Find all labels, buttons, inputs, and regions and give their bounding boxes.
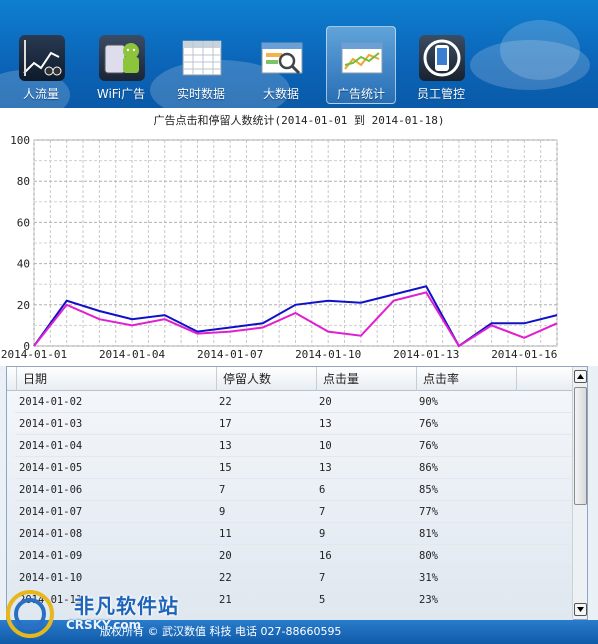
toolbar-label: 广告统计 [336,87,385,101]
watermark: 非凡软件站 CRSKY.com [2,584,192,644]
table-row[interactable]: 2014-01-09 20 16 80% [15,545,571,567]
cell-clicks: 20 [319,396,332,408]
cell-clicks: 7 [319,572,326,584]
table-row[interactable]: 2014-01-05 15 13 86% [15,457,571,479]
cell-date: 2014-01-03 [19,418,83,430]
cell-stay: 21 [219,594,232,606]
toolbar-staff-control[interactable]: 员工管控 [406,26,476,104]
spreadsheet-icon [179,35,225,81]
cell-rate: 23% [419,594,438,606]
toolbar-people-flow[interactable]: 人流量 [6,26,76,104]
cell-rate: 76% [419,418,438,430]
cell-stay: 13 [219,440,232,452]
column-header-clicks[interactable]: 点击量 [317,367,417,391]
x-tick-label: 2014-01-10 [295,348,361,361]
toolbar-realtime-data[interactable]: 实时数据 [166,26,236,104]
column-header-rate[interactable]: 点击率 [417,367,517,391]
x-tick-label: 2014-01-13 [393,348,459,361]
arrow-down-icon [577,607,584,612]
cell-stay: 22 [219,396,232,408]
grid-header: 日期 停留人数 点击量 点击率 [7,367,573,391]
line-chart-icon [339,35,385,81]
scroll-up-button[interactable] [574,370,587,383]
people-flow-chart-icon [19,35,65,81]
toolbar-label: 人流量 [22,87,59,101]
line-chart: 0204060801002014-01-01 2014-01-04 2014-01-… [1,134,558,361]
x-tick-label: 2014-01-04 [99,348,166,361]
toolbar-label: 实时数据 [176,87,225,101]
cell-date: 2014-01-05 [19,462,83,474]
cell-rate: 76% [419,440,438,452]
data-grid: 日期 停留人数 点击量 点击率 2014-01-02 22 20 90% 2014-01… [6,366,588,620]
toolbar-wifi-ads[interactable]: WiFi广告 [86,26,156,104]
vertical-scrollbar[interactable] [572,367,587,619]
cell-clicks: 7 [319,506,326,518]
header-spacer [7,367,17,391]
toolbar-big-data[interactable]: 大数据 [246,26,316,104]
y-tick-label: 60 [17,216,30,229]
chart-panel: 广告点击和停留人数统计(2014-01-01 到 2014-01-18) 0 20… [0,108,598,366]
cell-rate: 85% [419,484,438,496]
cell-date: 2014-01-04 [19,440,83,452]
cell-stay: 11 [219,528,232,540]
column-header-date[interactable]: 日期 [17,367,217,391]
scroll-thumb[interactable] [574,387,587,505]
y-tick-label: 20 [17,299,30,312]
table-row[interactable]: 2014-01-02 22 20 90% [15,391,571,413]
cell-clicks: 6 [319,484,326,496]
toolbar-label: 大数据 [262,87,299,101]
android-wifi-icon [99,35,145,81]
toolbar-ad-statistics[interactable]: 广告统计 [326,26,396,104]
cell-stay: 9 [219,506,226,518]
cell-stay: 15 [219,462,232,474]
toolbar-label: WiFi广告 [96,87,146,101]
table-row[interactable]: 2014-01-08 11 9 81% [15,523,571,545]
x-tick-label: 2014-01-01 [1,348,67,361]
cell-rate: 77% [419,506,438,518]
cell-clicks: 16 [319,550,332,562]
cell-stay: 17 [219,418,232,430]
cell-rate: 86% [419,462,438,474]
table-row[interactable]: 2014-01-06 7 6 85% [15,479,571,501]
cell-clicks: 5 [319,594,326,606]
top-toolbar: 人流量 WiFi广告 实时数据 大数据 广告统计 员工管控 [0,0,598,108]
y-tick-label: 100 [10,134,30,147]
x-tick-label: 2014-01-16 [491,348,557,361]
cell-date: 2014-01-06 [19,484,83,496]
cell-stay: 7 [219,484,226,496]
cell-rate: 90% [419,396,438,408]
table-row[interactable]: 2014-01-04 13 10 76% [15,435,571,457]
watermark-subtext: CRSKY.com [66,618,142,632]
table-row[interactable]: 2014-01-03 17 13 76% [15,413,571,435]
watermark-logo-icon [6,590,54,638]
y-tick-label: 40 [17,258,30,271]
y-tick-label: 80 [17,175,30,188]
table-row[interactable]: 2014-01-07 9 7 77% [15,501,571,523]
cell-clicks: 9 [319,528,326,540]
cell-date: 2014-01-02 [19,396,83,408]
cell-date: 2014-01-09 [19,550,83,562]
cell-clicks: 13 [319,418,332,430]
cell-stay: 22 [219,572,232,584]
cell-stay: 20 [219,550,232,562]
cell-clicks: 10 [319,440,332,452]
scroll-down-button[interactable] [574,603,587,616]
cell-rate: 31% [419,572,438,584]
arrow-up-icon [577,374,584,379]
toolbar-label: 员工管控 [416,87,465,101]
cell-clicks: 13 [319,462,332,474]
phone-control-icon [419,35,465,81]
column-header-stay[interactable]: 停留人数 [217,367,317,391]
cell-date: 2014-01-07 [19,506,83,518]
cell-date: 2014-01-08 [19,528,83,540]
watermark-text: 非凡软件站 [74,594,179,618]
cell-rate: 80% [419,550,438,562]
magnifier-data-icon [259,35,305,81]
cell-rate: 81% [419,528,438,540]
x-tick-label: 2014-01-07 [197,348,263,361]
